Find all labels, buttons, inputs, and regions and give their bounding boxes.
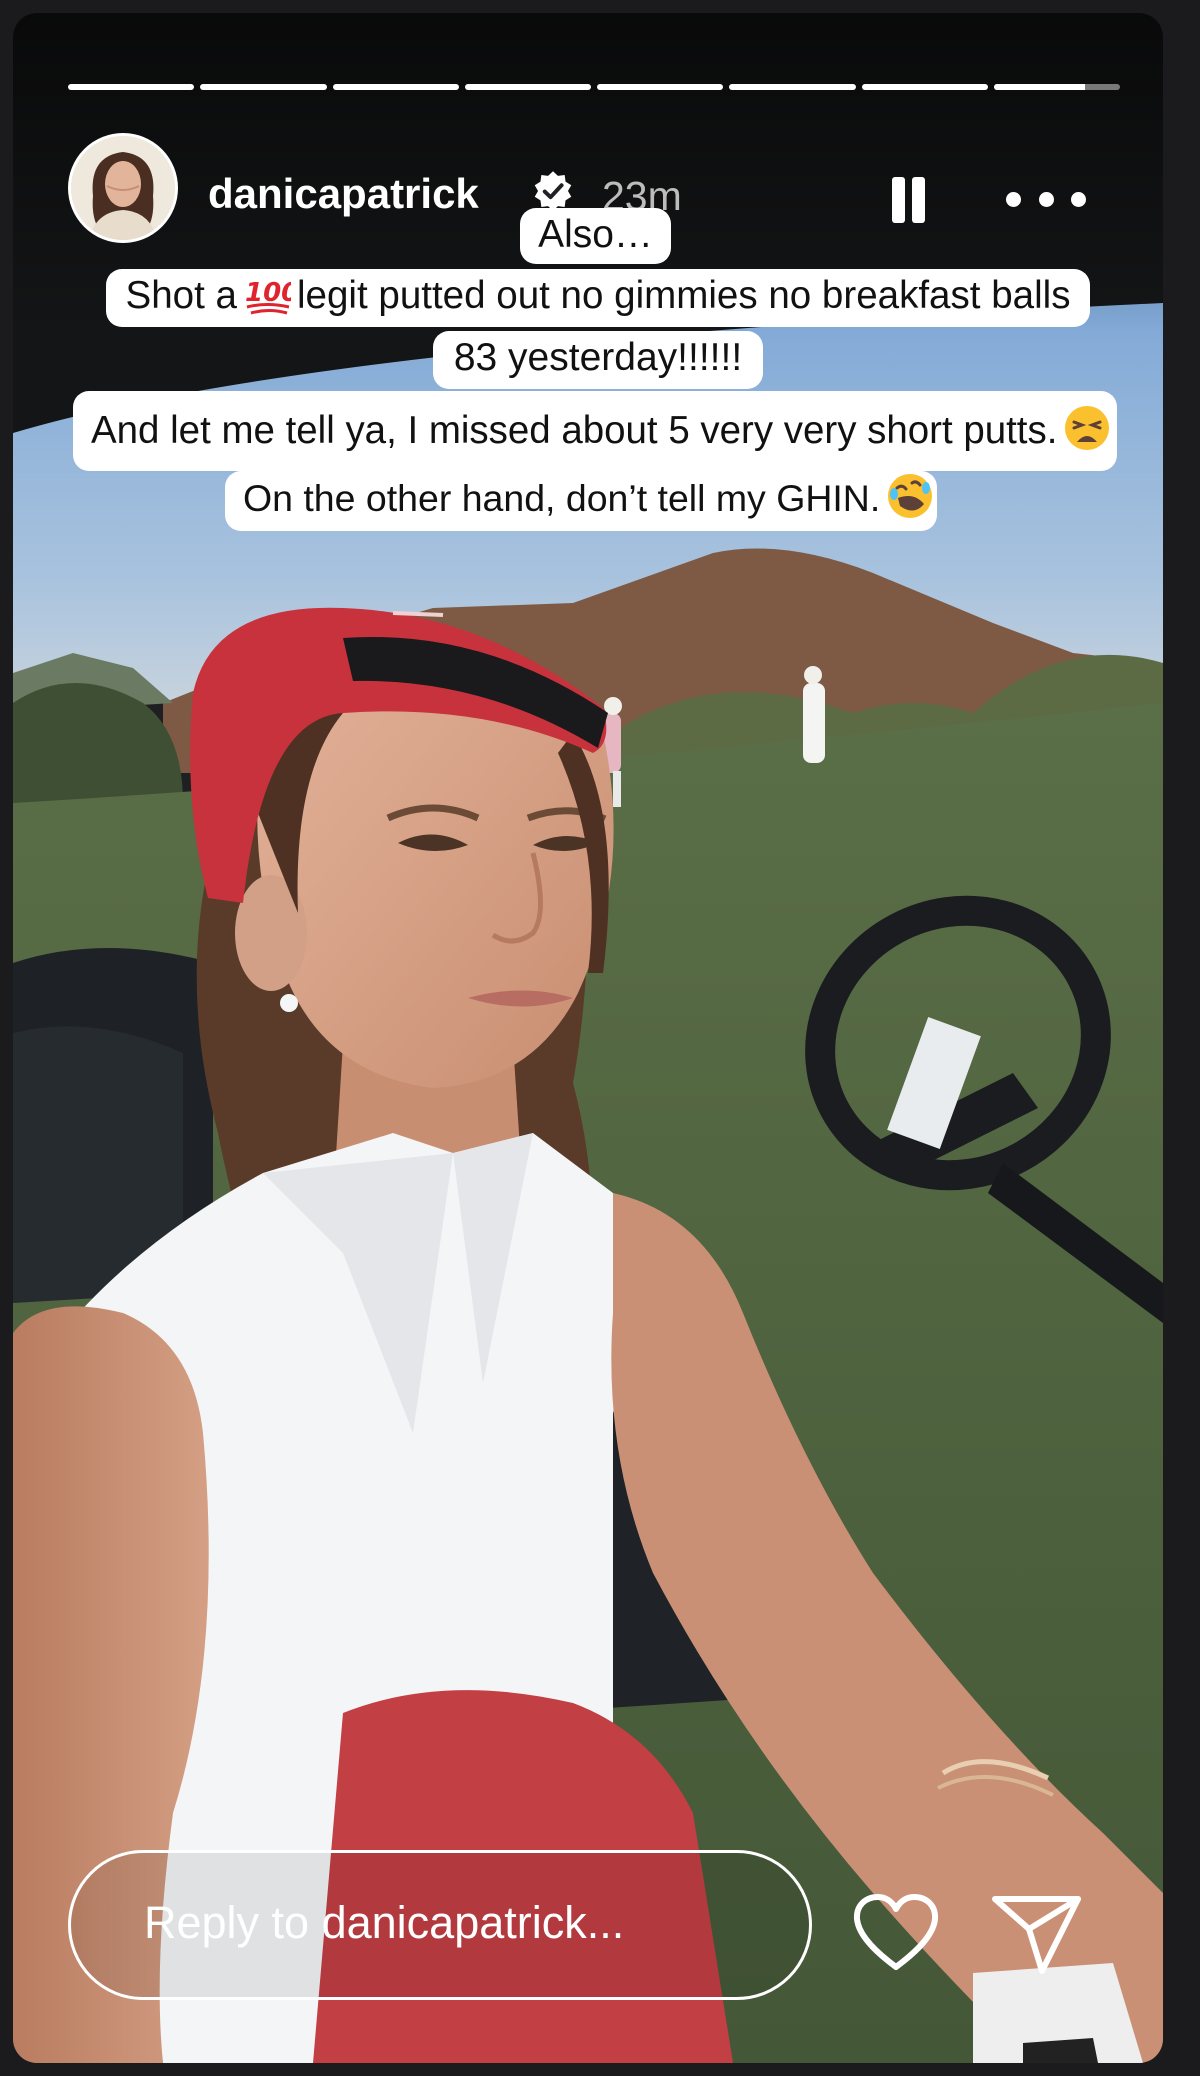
caption-text: And let me tell ya, I missed about 5 ver… (91, 409, 1058, 452)
progress-segment (464, 84, 591, 90)
avatar[interactable] (68, 133, 178, 243)
reply-placeholder: Reply to danicapatrick... (144, 1897, 625, 1948)
story-progress-bar (68, 84, 1120, 90)
more-options-icon (1071, 191, 1086, 207)
caption-text: legit putted out no gimmies no breakfast… (296, 274, 1071, 317)
heart-icon (853, 1894, 939, 1970)
weary-face-emoji (1065, 406, 1110, 450)
pause-icon (912, 177, 925, 223)
caption-text: On the other hand, don’t tell my GHIN. (243, 477, 881, 519)
rolling-on-floor-laughing-emoji (888, 474, 933, 518)
caption-line-score: 83 yesterday!!!!!! (433, 331, 763, 389)
progress-segment (200, 84, 327, 90)
caption-line-also: Also… (520, 208, 671, 264)
caption-text: 83 yesterday!!!!!! (453, 336, 743, 379)
progress-segment-current (993, 84, 1120, 90)
reply-input[interactable]: Reply to danicapatrick... (68, 1850, 812, 2000)
progress-segment (332, 84, 459, 90)
caption-line-putts: And let me tell ya, I missed about 5 ver… (73, 391, 1117, 471)
caption-text: Shot a (125, 274, 237, 317)
progress-segment (68, 84, 195, 90)
progress-segment (861, 84, 988, 90)
like-button[interactable] (851, 1893, 941, 1973)
send-icon (992, 1896, 1081, 1974)
caption-line-shot: Shot a 100 legit putted out no gimmies n… (106, 269, 1090, 327)
avatar-photo (71, 136, 175, 240)
hundred-points-emoji: 100 (245, 278, 291, 315)
story-username[interactable]: danicapatrick (208, 170, 479, 218)
share-button[interactable] (989, 1891, 1084, 1977)
pause-icon (892, 177, 905, 223)
pause-button[interactable] (886, 171, 930, 227)
caption-text: Also… (538, 213, 653, 256)
caption-line-ghin: On the other hand, don’t tell my GHIN. (225, 471, 937, 531)
story-viewer[interactable]: danicapatrick 23m Also… Shot a 100 legit… (13, 13, 1163, 2063)
progress-segment (597, 84, 724, 90)
progress-segment (729, 84, 856, 90)
more-options-icon (1038, 191, 1054, 207)
more-options-icon (1006, 191, 1021, 207)
verified-badge-icon (534, 171, 572, 211)
more-options-button[interactable] (1006, 177, 1086, 221)
